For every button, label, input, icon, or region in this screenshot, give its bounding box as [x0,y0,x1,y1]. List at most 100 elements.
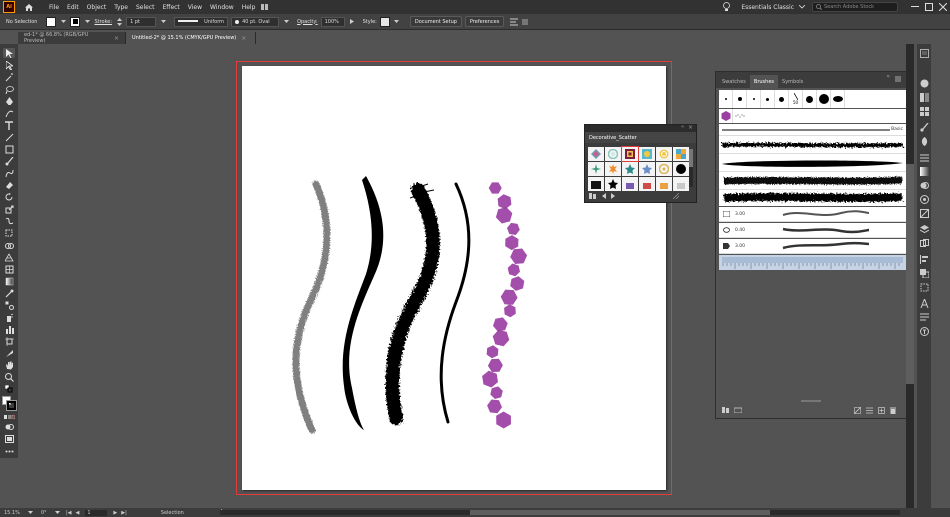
hexagon-scatter-brush[interactable] [719,109,733,123]
brush-swatch[interactable] [775,90,789,108]
close-icon[interactable]: × [688,124,693,131]
pattern-brush-row[interactable] [719,255,906,270]
brush-swatch[interactable] [831,90,845,108]
stroke-swatch[interactable] [70,16,81,27]
thin-brush-stroke[interactable] [439,182,471,424]
character-icon[interactable] [919,298,929,308]
arrange-documents-icon[interactable] [261,3,269,11]
scatter-swatch[interactable] [622,177,638,191]
perspective-grid-tool-icon[interactable] [3,252,15,262]
scatter-swatch[interactable] [656,147,672,161]
brush-swatch-50[interactable]: 50 [789,90,803,108]
menu-help[interactable]: Help [238,4,260,11]
next-artboard-icon[interactable]: ▶ [113,510,117,516]
minimize-button[interactable] [908,0,922,14]
magic-wand-tool-icon[interactable] [3,72,15,82]
workspace-switcher[interactable]: Essentials Classic [741,4,794,11]
opentype-icon[interactable] [919,326,929,336]
previous-library-icon[interactable] [602,192,606,201]
color-icon[interactable] [919,78,929,88]
dry-brush-stroke[interactable] [385,183,440,425]
basic-brush-row[interactable]: Basic [719,124,906,136]
tab-symbols[interactable]: Symbols [778,75,807,88]
pattern-brush-row[interactable]: 3.00 [719,207,906,222]
menu-edit[interactable]: Edit [63,4,83,11]
symbol-sprayer-tool-icon[interactable] [3,312,15,322]
gradient-icon[interactable] [919,166,929,176]
scatter-swatch[interactable] [673,177,689,191]
fill-dropdown-icon[interactable] [59,18,67,26]
line-tool-icon[interactable] [3,132,15,142]
drawing-mode-icon[interactable] [3,422,15,432]
artboards-icon[interactable] [919,238,929,248]
close-icon[interactable]: × [241,35,246,42]
panel-menu-icon[interactable] [894,75,902,83]
tab-document-1[interactable]: ed-1* @ 66.8% (RGB/GPU Preview) × [18,32,126,44]
delete-brush-icon[interactable] [890,407,896,416]
color-guide-icon[interactable] [919,92,929,102]
shape-builder-tool-icon[interactable] [3,240,15,250]
chevron-down-icon[interactable] [798,3,806,11]
zoom-level[interactable]: 15.1% [4,510,28,516]
menu-file[interactable]: File [45,4,63,11]
scrollbar-thumb[interactable] [689,149,693,167]
panel-titlebar[interactable]: « × [585,124,696,132]
art-brush-row[interactable] [719,155,906,172]
opacity-arrow-icon[interactable] [348,18,356,26]
panel-resize-handle[interactable] [716,400,906,404]
scatter-swatch[interactable] [605,162,621,176]
brush-options-icon[interactable] [866,407,873,416]
style-dropdown-icon[interactable] [393,18,401,26]
new-brush-icon[interactable] [878,406,885,416]
scatter-swatch-selected[interactable] [621,146,639,162]
zoom-dropdown-icon[interactable] [28,510,33,516]
artboard-tool-icon[interactable] [3,336,15,346]
scatter-swatch[interactable] [673,147,689,161]
hand-tool-icon[interactable] [3,360,15,370]
artboard-number-field[interactable]: 1 [85,509,108,516]
symbols-icon[interactable] [919,136,929,146]
warp-tool-icon[interactable] [3,216,15,226]
scatter-swatch[interactable] [673,162,689,176]
collapse-icon[interactable]: « [886,73,890,80]
align-icon[interactable] [919,254,929,264]
menu-object[interactable]: Object [83,4,111,11]
rotation-dropdown-icon[interactable] [55,510,60,516]
mesh-tool-icon[interactable] [3,264,15,274]
menu-view[interactable]: View [184,4,206,11]
library-menu-icon[interactable] [589,192,597,201]
edit-toolbar-icon[interactable] [3,446,15,456]
libraries-panel-icon[interactable] [733,407,743,415]
panel-scrollbar[interactable] [689,149,693,187]
home-icon[interactable] [23,1,35,13]
rotate-tool-icon[interactable] [3,192,15,202]
type-tool-icon[interactable] [3,120,15,130]
color-mode-icons[interactable] [3,412,15,422]
pattern-brush-row[interactable]: 3.00 [719,239,906,254]
slice-tool-icon[interactable] [3,348,15,358]
menu-window[interactable]: Window [206,4,238,11]
tab-document-2[interactable]: Untitled-2* @ 15.1% (CMYK/GPU Preview) × [126,32,256,44]
last-artboard-icon[interactable]: ▶| [121,510,127,516]
swatches-icon[interactable] [919,106,929,116]
shaper-tool-icon[interactable] [3,168,15,178]
scatter-swatch[interactable] [622,162,638,176]
next-library-icon[interactable] [611,192,615,201]
column-graph-tool-icon[interactable] [3,324,15,334]
maximize-button[interactable] [922,0,936,14]
selection-tool-icon[interactable] [3,48,15,58]
brushes-icon[interactable] [919,122,929,132]
close-button[interactable] [936,0,950,14]
horizontal-scrollbar[interactable] [220,510,900,515]
pattern-brush-row[interactable]: 0.40 [719,223,906,238]
stroke-icon[interactable] [919,152,929,162]
vertical-scrollbar-thumb[interactable] [906,164,914,384]
graphic-style-swatch[interactable] [379,16,390,27]
brush-swatch[interactable] [761,90,775,108]
dots-scatter-brush[interactable] [733,109,747,123]
brush-swatch[interactable] [747,90,761,108]
brush-definition-dropdown[interactable]: 40 pt. Oval [231,16,280,27]
brush-swatch[interactable] [803,90,817,108]
properties-icon[interactable] [919,48,929,58]
close-icon[interactable]: × [114,35,119,42]
